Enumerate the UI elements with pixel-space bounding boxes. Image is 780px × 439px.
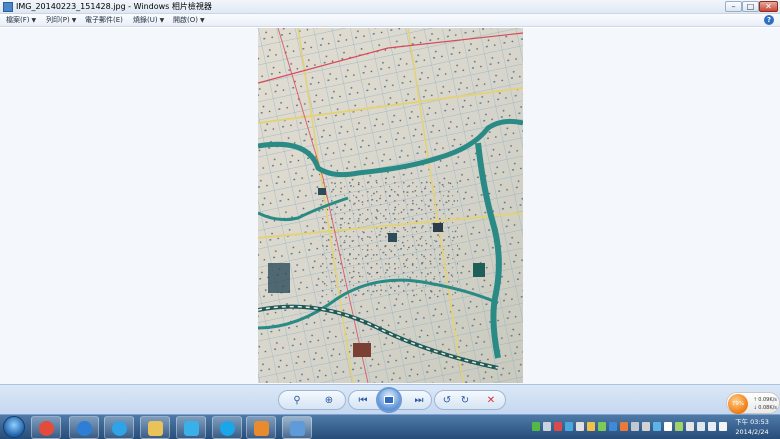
- system-tray: [532, 420, 728, 434]
- upload-arrow-icon: ↑: [753, 397, 758, 403]
- clock-date: 2014/2/24: [735, 428, 769, 436]
- minimize-button[interactable]: –: [725, 1, 742, 12]
- taskbar-app-ie[interactable]: [69, 416, 99, 439]
- taskbar-app-sogou[interactable]: [104, 416, 134, 439]
- zoom-icon[interactable]: ⚲: [289, 394, 305, 408]
- chevron-down-icon: ▼: [159, 17, 165, 24]
- taskbar-clock[interactable]: 下午 03:53 2014/2/24: [729, 417, 775, 437]
- taskbar-app-qqmusic[interactable]: [176, 416, 206, 439]
- taskbar-app-outlook[interactable]: [246, 416, 276, 439]
- tray-app-icon[interactable]: [675, 422, 683, 431]
- actual-size-icon[interactable]: ⊕: [321, 394, 337, 408]
- network-usage-gauge: 79%: [728, 394, 748, 414]
- rotate-counterclockwise-icon[interactable]: ↺: [439, 394, 455, 408]
- tray-app-icon[interactable]: [653, 422, 661, 431]
- file-explorer-icon: [148, 421, 163, 436]
- signal-icon[interactable]: [686, 422, 694, 431]
- chevron-down-icon: ▼: [199, 17, 205, 24]
- photo-viewer-app-icon: [3, 2, 13, 12]
- taskbar-app-explorer[interactable]: [140, 416, 170, 439]
- menu-file[interactable]: 檔案(F) ▼: [6, 15, 36, 25]
- map-photo: [258, 28, 523, 383]
- photo-viewer-icon: [290, 421, 305, 436]
- menu-file-label: 檔案(F): [6, 16, 30, 24]
- download-arrow-icon: ↓: [753, 405, 758, 411]
- tray-app-icon[interactable]: [554, 422, 562, 431]
- chrome-icon: [39, 421, 54, 436]
- tray-app-icon[interactable]: [543, 422, 551, 431]
- menu-email-label: 電子郵件(E): [85, 16, 123, 24]
- tray-app-icon[interactable]: [587, 422, 595, 431]
- menu-open-label: 開啟(O): [173, 16, 198, 24]
- input-method-icon[interactable]: [719, 422, 727, 431]
- menu-email[interactable]: 電子郵件(E): [85, 15, 123, 25]
- skype-icon: [220, 421, 235, 436]
- sogou-browser-icon: [112, 421, 127, 436]
- close-button[interactable]: ✕: [759, 1, 778, 12]
- tray-app-icon[interactable]: [631, 422, 639, 431]
- tray-app-icon[interactable]: [642, 422, 650, 431]
- taskbar-app-chrome[interactable]: [31, 416, 61, 439]
- menu-burn-label: 燒錄(U): [133, 16, 158, 24]
- menu-print-label: 列印(P): [46, 16, 70, 24]
- next-icon[interactable]: ⏭: [411, 394, 427, 408]
- taskbar-app-photo-viewer[interactable]: [282, 416, 312, 439]
- chevron-down-icon: ▼: [31, 17, 37, 24]
- help-icon[interactable]: ?: [764, 15, 774, 25]
- delete-icon[interactable]: ✕: [483, 394, 499, 408]
- menu-burn[interactable]: 燒錄(U) ▼: [133, 15, 164, 25]
- start-button[interactable]: [3, 416, 25, 438]
- upload-rate-value: 0.09K/s: [758, 397, 777, 403]
- window-title: IMG_20140223_151428.jpg - Windows 相片檢視器: [16, 2, 212, 11]
- tray-app-icon[interactable]: [664, 422, 672, 431]
- edit-controls: ↺ ↻ ✕: [434, 390, 506, 410]
- volume-icon[interactable]: [708, 422, 716, 431]
- download-rate: ↓0.08K/s: [753, 405, 777, 411]
- maximize-button[interactable]: □: [742, 1, 759, 12]
- battery-icon[interactable]: [532, 422, 540, 431]
- tray-app-icon[interactable]: [565, 422, 573, 431]
- upload-rate: ↑0.09K/s: [753, 397, 777, 403]
- taskbar: 下午 03:53 2014/2/24: [0, 414, 780, 439]
- network-monitor-widget[interactable]: 79% ↑0.09K/s ↓0.08K/s: [726, 392, 780, 414]
- qq-music-icon: [184, 421, 199, 436]
- outlook-icon: [254, 421, 269, 436]
- tray-app-icon[interactable]: [609, 422, 617, 431]
- slideshow-button[interactable]: [376, 387, 402, 413]
- slideshow-icon: [384, 396, 394, 404]
- menu-bar: 檔案(F) ▼ 列印(P) ▼ 電子郵件(E) 燒錄(U) ▼ 開啟(O) ▼ ?: [0, 14, 780, 27]
- download-rate-value: 0.08K/s: [758, 405, 777, 411]
- chevron-down-icon: ▼: [71, 17, 77, 24]
- taskbar-app-skype[interactable]: [212, 416, 242, 439]
- tray-app-icon[interactable]: [598, 422, 606, 431]
- title-bar: IMG_20140223_151428.jpg - Windows 相片檢視器 …: [0, 0, 780, 14]
- menu-open[interactable]: 開啟(O) ▼: [173, 15, 205, 25]
- tray-app-icon[interactable]: [620, 422, 628, 431]
- clock-time: 下午 03:53: [735, 418, 769, 426]
- map-photo-image: [258, 28, 523, 383]
- tray-app-icon[interactable]: [576, 422, 584, 431]
- zoom-controls: ⚲ ⊕: [278, 390, 346, 410]
- rotate-clockwise-icon[interactable]: ↻: [457, 394, 473, 408]
- internet-explorer-icon: [77, 421, 92, 436]
- network-icon[interactable]: [697, 422, 705, 431]
- previous-icon[interactable]: ⏮: [355, 394, 371, 408]
- menu-print[interactable]: 列印(P) ▼: [46, 15, 76, 25]
